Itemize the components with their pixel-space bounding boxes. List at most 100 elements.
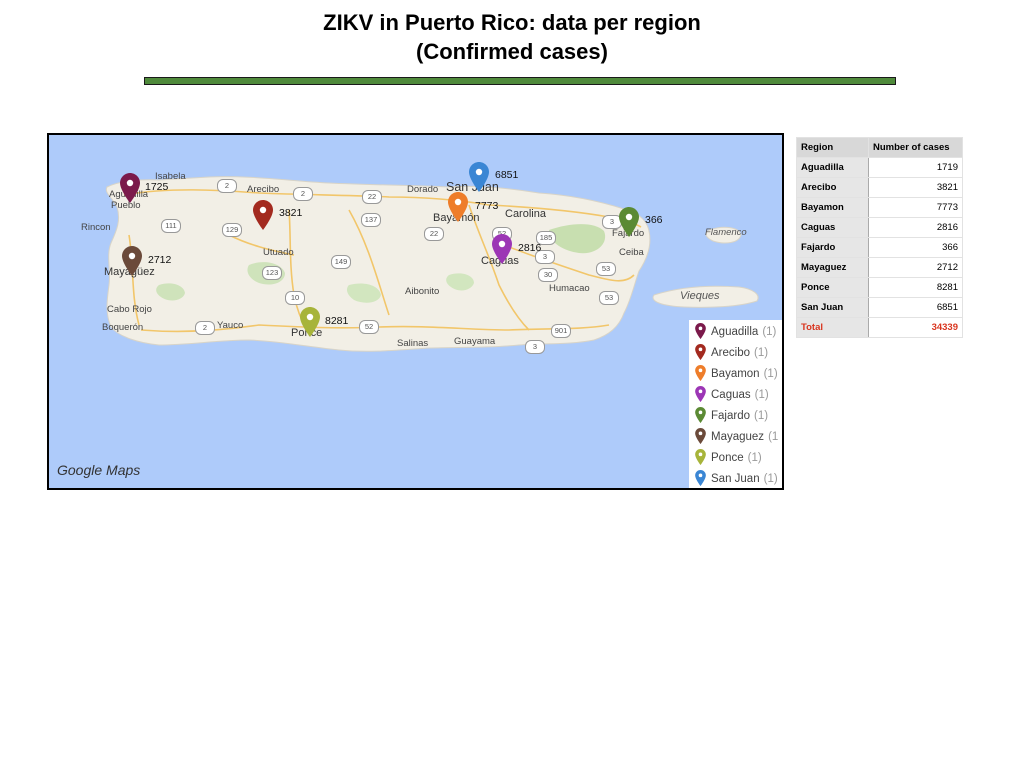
title-line-2: (Confirmed cases) xyxy=(416,39,608,64)
legend-count: (1) xyxy=(747,452,762,464)
map-marker-caguas-icon[interactable] xyxy=(492,234,512,264)
place-label-salinas: Salinas xyxy=(397,338,429,349)
place-label-rincon: Rincon xyxy=(81,222,111,233)
cell-region: Aguadilla xyxy=(796,157,869,178)
table-header-row: Region Number of cases xyxy=(796,137,963,158)
title-line-1: ZIKV in Puerto Rico: data per region xyxy=(323,10,701,35)
cell-total-cases: 34339 xyxy=(868,317,963,338)
legend-pin-icon xyxy=(695,344,706,360)
cell-region: Fajardo xyxy=(796,237,869,258)
place-label-cabo-rojo: Cabo Rojo xyxy=(107,304,152,315)
legend-pin-icon xyxy=(695,470,706,486)
legend-count: (1) xyxy=(763,473,778,485)
cell-region: San Juan xyxy=(796,297,869,318)
marker-label-bayamon: 7773 xyxy=(475,200,499,212)
legend-count: (1) xyxy=(762,326,777,338)
cell-cases: 6851 xyxy=(868,297,963,318)
marker-label-fajardo: 366 xyxy=(645,214,663,226)
table-row: Caguas 2816 xyxy=(796,217,963,238)
cell-cases: 1719 xyxy=(868,157,963,178)
road-shield: 10 xyxy=(285,291,305,305)
legend-count: (1 xyxy=(768,431,779,443)
road-shield: 53 xyxy=(599,291,619,305)
marker-label-mayaguez: 2712 xyxy=(148,254,172,266)
map-marker-mayaguez-icon[interactable] xyxy=(122,246,142,276)
legend-count: (1) xyxy=(763,368,778,380)
road-shield: 2 xyxy=(217,179,237,193)
table-row: Arecibo 3821 xyxy=(796,177,963,198)
legend-label: Arecibo xyxy=(711,347,750,359)
marker-label-san-juan: 6851 xyxy=(495,169,519,181)
legend-label: Ponce xyxy=(711,452,744,464)
legend-label: Aguadilla xyxy=(711,326,759,338)
cell-total-label: Total xyxy=(796,317,869,338)
legend-pin-icon xyxy=(695,386,706,402)
divider-bar xyxy=(144,77,896,85)
table-total-row: Total 34339 xyxy=(796,317,963,338)
cell-cases: 2816 xyxy=(868,217,963,238)
place-label-flamenco: Flamenco xyxy=(705,227,747,238)
place-label-vieques: Vieques xyxy=(680,290,720,302)
place-label-dorado: Dorado xyxy=(407,184,439,195)
place-label-boqueron: Boquerón xyxy=(102,322,144,333)
road-shield: 137 xyxy=(361,213,381,227)
map-marker-ponce-icon[interactable] xyxy=(300,307,320,337)
place-label-ceiba: Ceiba xyxy=(619,247,644,258)
legend-label: San Juan xyxy=(711,473,760,485)
marker-label-aguadilla: 1725 xyxy=(145,181,169,193)
cases-table: Region Number of cases Aguadilla 1719 Are… xyxy=(796,137,963,338)
road-shield: 53 xyxy=(596,262,616,276)
road-shield: 30 xyxy=(538,268,558,282)
legend-label: Bayamon xyxy=(711,368,760,380)
page-title: ZIKV in Puerto Rico: data per region (Co… xyxy=(0,8,1024,66)
place-label-carolina: Carolina xyxy=(505,208,546,220)
cell-cases: 8281 xyxy=(868,277,963,298)
map-marker-fajardo-icon[interactable] xyxy=(619,207,639,237)
place-label-aibonito: Aibonito xyxy=(405,286,440,297)
cell-cases: 3821 xyxy=(868,177,963,198)
legend-pin-icon xyxy=(695,428,706,444)
place-label-utuado: Utuado xyxy=(263,247,294,258)
place-label-humacao: Humacao xyxy=(549,283,590,294)
column-header-cases: Number of cases xyxy=(868,137,963,158)
road-shield: 129 xyxy=(222,223,242,237)
cell-cases: 2712 xyxy=(868,257,963,278)
road-shield: 3 xyxy=(525,340,545,354)
cell-cases: 7773 xyxy=(868,197,963,218)
map-legend: Aguadilla (1) Arecibo (1) Bayamon (1) Cagua… xyxy=(689,320,782,488)
road-shield: 22 xyxy=(362,190,382,204)
map-watermark: Google Maps xyxy=(57,462,141,478)
table-row: San Juan 6851 xyxy=(796,297,963,318)
legend-count: (1) xyxy=(754,410,769,422)
map-marker-san-juan-icon[interactable] xyxy=(469,162,489,192)
map-marker-bayamon-icon[interactable] xyxy=(448,192,468,222)
road-shield: 123 xyxy=(262,266,282,280)
legend-count: (1) xyxy=(754,389,769,401)
cell-cases: 366 xyxy=(868,237,963,258)
map-panel[interactable]: Isabela Aguadilla Pueblo Arecibo Dorado … xyxy=(47,133,784,490)
map-marker-aguadilla-icon[interactable] xyxy=(120,173,140,203)
column-header-region: Region xyxy=(796,137,869,158)
place-label-guayama: Guayama xyxy=(454,336,496,347)
table-row: Ponce 8281 xyxy=(796,277,963,298)
cell-region: Caguas xyxy=(796,217,869,238)
table-row: Fajardo 366 xyxy=(796,237,963,258)
road-shield: 149 xyxy=(331,255,351,269)
marker-label-ponce: 8281 xyxy=(325,315,349,327)
legend-pin-icon xyxy=(695,365,706,381)
place-label-arecibo: Arecibo xyxy=(247,184,280,195)
road-shield: 2 xyxy=(293,187,313,201)
road-shield: 52 xyxy=(359,320,379,334)
legend-label: Mayaguez xyxy=(711,431,765,443)
road-shield: 2 xyxy=(195,321,215,335)
road-shield: 111 xyxy=(161,219,181,233)
cell-region: Ponce xyxy=(796,277,869,298)
map-marker-arecibo-icon[interactable] xyxy=(253,200,273,230)
legend-count: (1) xyxy=(754,347,769,359)
legend-pin-icon xyxy=(695,323,706,339)
cell-region: Mayaguez xyxy=(796,257,869,278)
place-label-yauco: Yauco xyxy=(217,320,244,331)
legend-label: Fajardo xyxy=(711,410,750,422)
cell-region: Arecibo xyxy=(796,177,869,198)
legend-pin-icon xyxy=(695,449,706,465)
